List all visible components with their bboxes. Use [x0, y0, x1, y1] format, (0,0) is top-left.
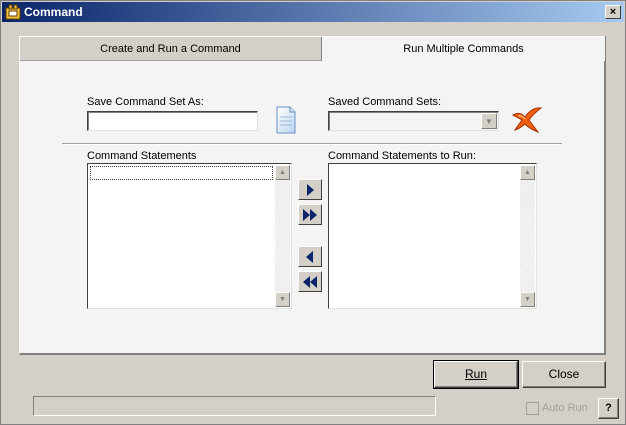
scroll-down-icon[interactable]: ▼: [520, 292, 535, 307]
move-right-icon: [307, 184, 314, 196]
move-all-right-icon: [303, 209, 317, 221]
move-right-button[interactable]: [298, 179, 322, 200]
scroll-down-icon[interactable]: ▼: [275, 292, 290, 307]
statements-scrollbar[interactable]: ▲ ▼: [275, 165, 290, 307]
tab-run-multiple[interactable]: Run Multiple Commands: [322, 37, 605, 61]
save-document-icon[interactable]: [275, 106, 297, 134]
run-button-label: Run: [464, 367, 487, 381]
to-run-label: Command Statements to Run:: [328, 150, 476, 162]
close-button[interactable]: Close: [522, 361, 606, 388]
delete-x-icon[interactable]: [510, 105, 544, 135]
run-button[interactable]: Run: [433, 360, 519, 389]
to-run-scrollbar[interactable]: ▲ ▼: [520, 165, 535, 307]
command-window: Command × Create and Run a Command Run M…: [0, 0, 626, 425]
scroll-up-icon[interactable]: ▲: [275, 165, 290, 180]
help-button[interactable]: ?: [598, 398, 619, 419]
window-close-button[interactable]: ×: [605, 5, 621, 19]
saved-sets-label: Saved Command Sets:: [328, 96, 442, 108]
tab-create-and-run[interactable]: Create and Run a Command: [20, 37, 322, 61]
saved-sets-combo[interactable]: ▼: [328, 111, 499, 131]
tab-panel: Create and Run a Command Run Multiple Co…: [19, 36, 606, 355]
status-bar: [33, 396, 436, 416]
command-icon: [5, 4, 21, 20]
save-set-label: Save Command Set As:: [87, 96, 204, 108]
statements-label: Command Statements: [87, 150, 197, 162]
auto-run-checkbox[interactable]: [526, 402, 539, 415]
list-focus-row[interactable]: [90, 166, 273, 180]
section-divider: [62, 143, 562, 145]
window-title: Command: [24, 5, 83, 19]
save-set-input[interactable]: [87, 111, 258, 131]
auto-run-label: Auto Run: [542, 402, 588, 414]
scroll-up-icon[interactable]: ▲: [520, 165, 535, 180]
chevron-down-icon[interactable]: ▼: [481, 113, 497, 129]
move-all-left-button[interactable]: [298, 271, 322, 292]
to-run-list[interactable]: ▲ ▼: [328, 163, 537, 309]
move-left-button[interactable]: [298, 246, 322, 267]
move-left-icon: [306, 251, 313, 263]
move-all-left-icon: [303, 276, 317, 288]
title-bar: Command ×: [2, 2, 624, 22]
statements-list[interactable]: ▲ ▼: [87, 163, 292, 309]
move-all-right-button[interactable]: [298, 204, 322, 225]
